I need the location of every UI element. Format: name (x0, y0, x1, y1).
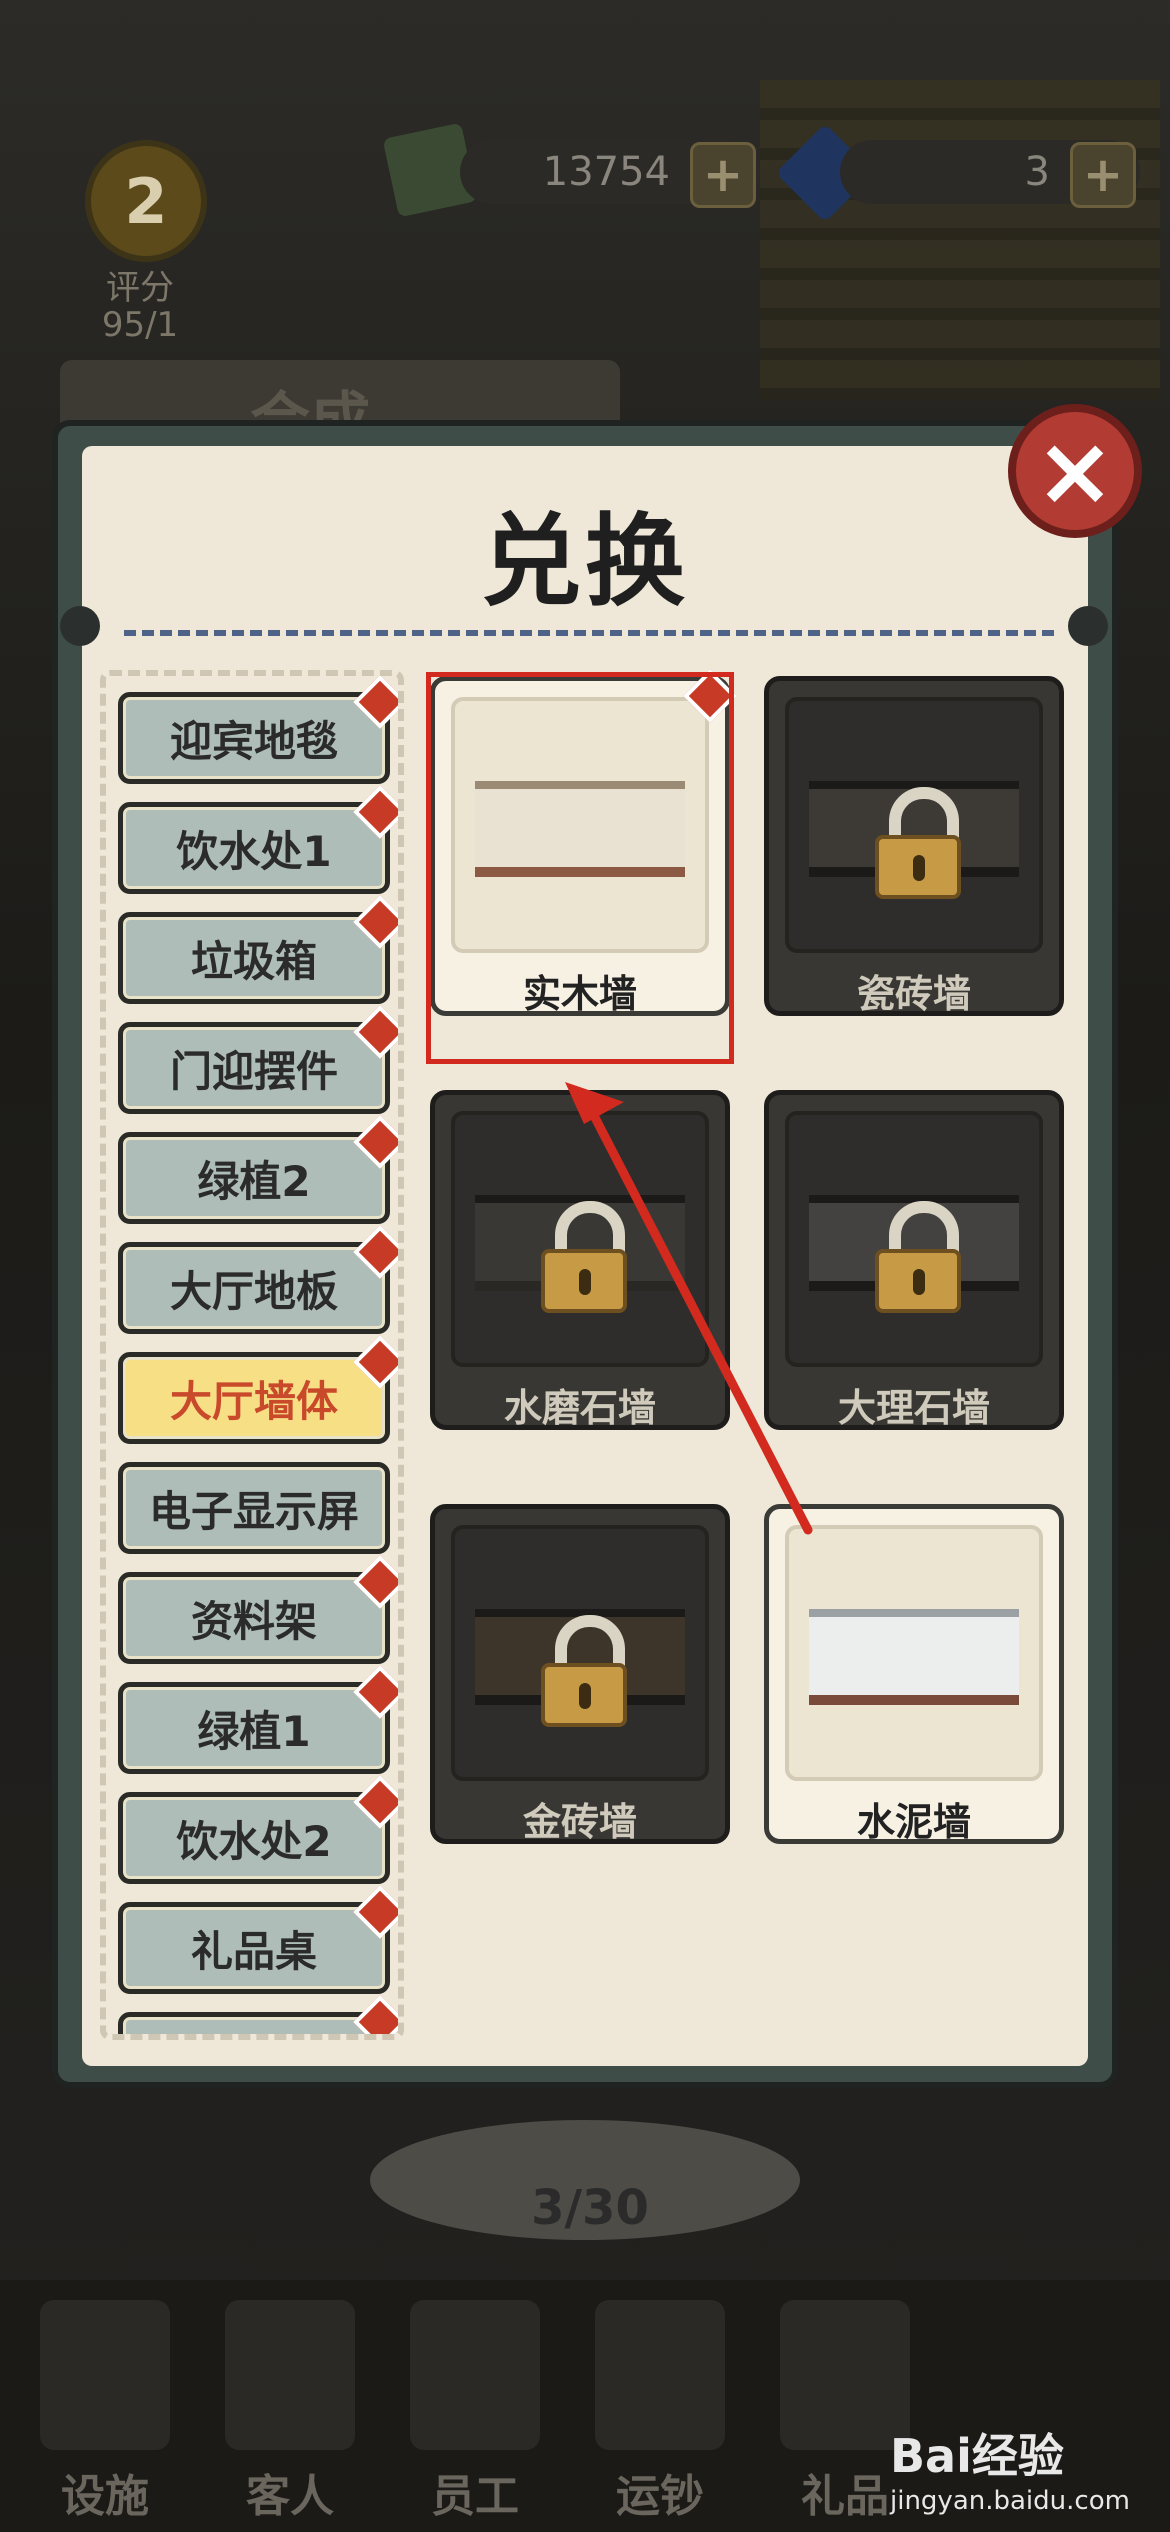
category-label: 门迎摆件 (169, 1046, 338, 1096)
category-label: 饮水处2 (176, 1816, 332, 1866)
cash-truck-icon[interactable] (595, 2300, 725, 2450)
item-label: 大理石墙 (837, 1386, 990, 1430)
lock-icon (541, 1615, 627, 1727)
new-badge-icon (353, 1885, 398, 1939)
rank-label: 评分 (106, 268, 174, 308)
staff-icon[interactable] (410, 2300, 540, 2450)
category-item-active[interactable]: 大厅墙体 (118, 1335, 398, 1444)
nav-guest[interactable]: 客人 (210, 2460, 370, 2524)
item-card-marble-wall[interactable]: 大理石墙 (764, 1090, 1064, 1430)
new-badge-icon (353, 1775, 398, 1829)
baidu-watermark: Bai经验 jingyan.baidu.com (890, 2420, 1160, 2520)
nav-cash-truck[interactable]: 运钞 (580, 2460, 740, 2524)
category-label: 迎宾地毯 (169, 716, 338, 766)
progress-counter: 3/30 (531, 2180, 649, 2236)
item-label: 金砖墙 (522, 1800, 637, 1844)
category-item[interactable]: 绿植2 (118, 1115, 398, 1224)
category-item[interactable]: 饮水处2 (118, 1775, 398, 1884)
gem-counter: 3 + (840, 140, 1140, 208)
new-badge-icon (353, 676, 398, 729)
category-item[interactable]: 礼品桌 (118, 1885, 398, 1994)
new-badge-icon (353, 1665, 398, 1719)
item-card-cement-wall[interactable]: 水泥墙 (764, 1504, 1064, 1844)
new-badge-icon (353, 1115, 398, 1169)
item-preview (451, 1111, 709, 1367)
category-label: 垃圾箱 (190, 936, 317, 986)
close-button[interactable]: × (1008, 404, 1142, 538)
add-cash-button[interactable]: + (690, 142, 756, 208)
item-card-gold-brick-wall[interactable]: 金砖墙 (430, 1504, 730, 1844)
dialog-title: 兑换 (481, 503, 689, 620)
category-item[interactable]: 资料架 (118, 1555, 398, 1664)
cement-wall-swatch (809, 1609, 1019, 1705)
new-badge-icon (353, 1555, 398, 1609)
watermark-url: jingyan.baidu.com (890, 2486, 1130, 2516)
category-list[interactable]: 迎宾地毯 饮水处1 垃圾箱 门迎摆件 绿植2 大厅地板 大厅墙体 电子显示屏 资… (100, 670, 404, 2040)
lock-icon (875, 1201, 961, 1313)
category-label: 资料架 (190, 1596, 317, 1646)
item-card-terrazzo-wall[interactable]: 水磨石墙 (430, 1090, 730, 1430)
add-gem-button[interactable]: + (1070, 142, 1136, 208)
rank-badge: 2 评分 95/1 (20, 120, 260, 360)
rank-star-icon: 2 (85, 140, 207, 262)
category-item[interactable]: 电子显示屏 (118, 1462, 390, 1554)
watermark-brand: Bai经验 (890, 2429, 1064, 2483)
category-label: 绿植1 (197, 1706, 311, 1756)
new-badge-icon (353, 1005, 398, 1059)
category-item-partial[interactable] (118, 1995, 398, 2034)
item-card-tile-wall[interactable]: 瓷砖墙 (764, 676, 1064, 1016)
item-preview (451, 1525, 709, 1781)
nav-facility[interactable]: 设施 (25, 2460, 185, 2524)
item-preview (785, 1111, 1043, 1367)
item-label: 水磨石墙 (503, 1386, 656, 1430)
category-label: 礼品桌 (190, 1926, 317, 1976)
lock-icon (875, 787, 961, 899)
category-label: 饮水处1 (176, 826, 332, 876)
gem-value: 3 (1024, 149, 1050, 195)
rank-score: 95/1 (101, 305, 179, 345)
new-badge-icon (353, 895, 398, 949)
item-label: 水泥墙 (856, 1800, 971, 1844)
category-item[interactable]: 迎宾地毯 (118, 676, 398, 784)
category-item[interactable]: 饮水处1 (118, 785, 398, 894)
category-label: 电子显示屏 (148, 1486, 359, 1536)
category-item[interactable]: 垃圾箱 (118, 895, 398, 1004)
new-badge-icon (353, 1335, 398, 1389)
lock-icon (541, 1201, 627, 1313)
highlight-box (426, 672, 734, 1064)
nav-staff[interactable]: 员工 (395, 2460, 555, 2524)
item-preview (785, 1525, 1043, 1781)
category-label: 大厅墙体 (169, 1376, 338, 1426)
guest-icon[interactable] (225, 2300, 355, 2450)
category-item[interactable]: 门迎摆件 (118, 1005, 398, 1114)
item-label: 瓷砖墙 (856, 972, 971, 1016)
cash-value: 13754 (542, 149, 670, 195)
new-badge-icon (353, 1225, 398, 1279)
category-label: 大厅地板 (169, 1266, 338, 1316)
category-item[interactable]: 绿植1 (118, 1665, 398, 1774)
new-badge-icon (353, 785, 398, 839)
close-icon: × (1034, 415, 1116, 527)
facility-icon[interactable] (40, 2300, 170, 2450)
item-preview (785, 697, 1043, 953)
category-label: 绿植2 (197, 1156, 311, 1206)
dialog-divider (124, 630, 1054, 636)
category-item[interactable]: 大厅地板 (118, 1225, 398, 1334)
new-badge-icon (353, 1995, 398, 2034)
cash-counter: 13754 + (460, 140, 760, 208)
